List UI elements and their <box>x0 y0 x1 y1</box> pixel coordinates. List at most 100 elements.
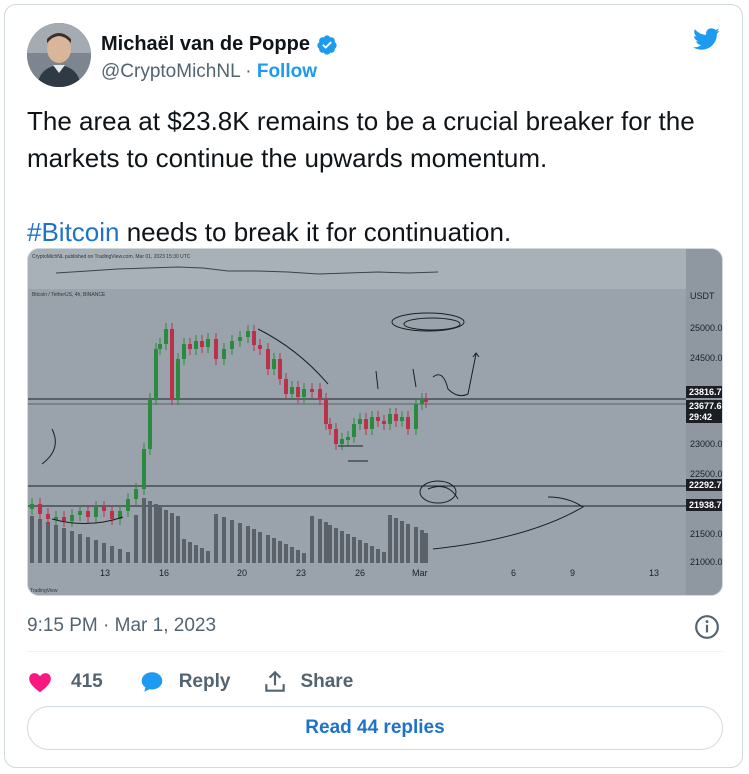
volume-bar <box>340 531 344 563</box>
candle-body <box>290 387 294 394</box>
tweet-media-chart[interactable]: CryptoMichNL published on TradingView.co… <box>27 248 723 596</box>
author-handle[interactable]: @CryptoMichNL <box>101 61 240 82</box>
date-axis-label: 20 <box>237 568 247 578</box>
price-tag-label: 23816.7 <box>689 387 722 397</box>
candle-body <box>126 499 130 511</box>
volume-bar <box>334 528 338 563</box>
candle-body <box>214 339 218 359</box>
candle-body <box>246 331 250 337</box>
volume-bar <box>158 507 162 563</box>
action-bar: 415 Reply Share <box>27 665 353 699</box>
date-axis-label: 13 <box>649 568 659 578</box>
volume-bar <box>230 520 234 563</box>
volume-bar <box>296 550 300 563</box>
volume-bar <box>272 538 276 563</box>
currency-label: USDT <box>690 291 715 301</box>
date-axis-label: 13 <box>100 568 110 578</box>
candle-body <box>394 414 398 421</box>
avatar[interactable] <box>27 23 91 87</box>
volume-bar <box>148 501 152 563</box>
candle-body <box>284 379 288 394</box>
candle-body <box>148 399 152 449</box>
candle-body <box>278 359 282 379</box>
hashtag-link[interactable]: #Bitcoin <box>27 217 120 247</box>
price-tag-label: 21938.7 <box>689 500 722 510</box>
volume-bar <box>324 522 328 563</box>
candle-body <box>230 341 234 349</box>
volume-bar <box>284 544 288 563</box>
volume-bar <box>346 534 350 563</box>
twitter-bird-icon[interactable] <box>690 25 722 53</box>
date-axis-label: Mar <box>412 568 428 578</box>
volume-bar <box>414 527 418 563</box>
volume-bar <box>424 533 428 563</box>
handle-separator: · <box>245 61 252 82</box>
volume-bar <box>370 546 374 563</box>
tweet-text: The area at $23.8K remains to be a cruci… <box>27 103 727 251</box>
volume-bar <box>238 523 242 563</box>
share-button[interactable]: Share <box>262 669 353 695</box>
date-axis-label: 6 <box>511 568 516 578</box>
candle-body <box>328 424 332 429</box>
price-axis: 25000.0 24500.0 23000.0 22500.0 21500.0 21000… <box>690 323 722 567</box>
volume-bar <box>30 516 34 563</box>
volume-bar <box>38 519 42 563</box>
candle-body <box>364 419 368 429</box>
candle-body <box>370 417 374 429</box>
reply-bubble-icon <box>141 672 162 692</box>
volume-bar <box>290 547 294 563</box>
candle-body <box>252 331 256 345</box>
candle-body <box>200 341 204 347</box>
price-axis-label: 23000.0 <box>690 439 722 449</box>
volume-bar <box>258 532 262 563</box>
author-name[interactable]: Michaël van de Poppe <box>101 33 310 56</box>
candle-body <box>110 511 114 519</box>
like-button[interactable]: 415 <box>27 669 103 695</box>
volume-bar <box>46 522 50 563</box>
chart-header-text: CryptoMichNL published on TradingView.co… <box>32 254 191 260</box>
volume-bar <box>400 521 404 563</box>
volume-bar <box>206 551 210 563</box>
volume-bar <box>252 529 256 563</box>
volume-bar <box>214 514 218 563</box>
price-axis-label: 22500.0 <box>690 469 722 479</box>
price-tag-label: 29:42 <box>689 412 712 422</box>
candle-body <box>182 344 186 359</box>
chart-watermark: TradingView <box>30 588 58 594</box>
volume-bar <box>376 549 380 563</box>
candle-body <box>142 449 146 489</box>
chart-symbol-text: Bitcoin / TetherUS, 4h, BINANCE <box>32 292 106 298</box>
info-icon[interactable] <box>694 614 720 640</box>
share-icon <box>265 670 286 692</box>
candle-body <box>352 424 356 437</box>
tweet-line-1: The area at $23.8K remains to be a cruci… <box>27 106 695 173</box>
volume-bar <box>182 539 186 563</box>
candle-body <box>346 437 350 440</box>
candle-body <box>238 337 242 341</box>
author-name-row: Michaël van de Poppe <box>101 33 338 56</box>
candle-body <box>62 517 66 521</box>
candle-body <box>194 341 198 349</box>
volume-bar <box>164 510 168 563</box>
read-replies-button[interactable]: Read 44 replies <box>27 706 723 750</box>
volume-bar <box>110 546 114 563</box>
candle-body <box>102 507 106 511</box>
volume-bar <box>364 543 368 563</box>
volume-bar <box>62 528 66 563</box>
candle-body <box>154 349 158 399</box>
volume-bar <box>176 516 180 563</box>
reply-button[interactable]: Reply <box>139 669 230 695</box>
candle-body <box>86 511 90 517</box>
volume-bar <box>358 540 362 563</box>
volume-bar <box>54 525 58 563</box>
tweet-timestamp[interactable]: 9:15 PM · Mar 1, 2023 <box>27 615 216 637</box>
volume-bar <box>194 545 198 563</box>
volume-bar <box>86 537 90 563</box>
volume-bar <box>134 515 138 563</box>
candle-body <box>310 389 314 392</box>
volume-bar <box>154 504 158 563</box>
candle-body <box>272 359 276 369</box>
follow-button[interactable]: Follow <box>257 61 317 82</box>
date-axis-label: 26 <box>355 568 365 578</box>
candle-body <box>400 417 404 421</box>
